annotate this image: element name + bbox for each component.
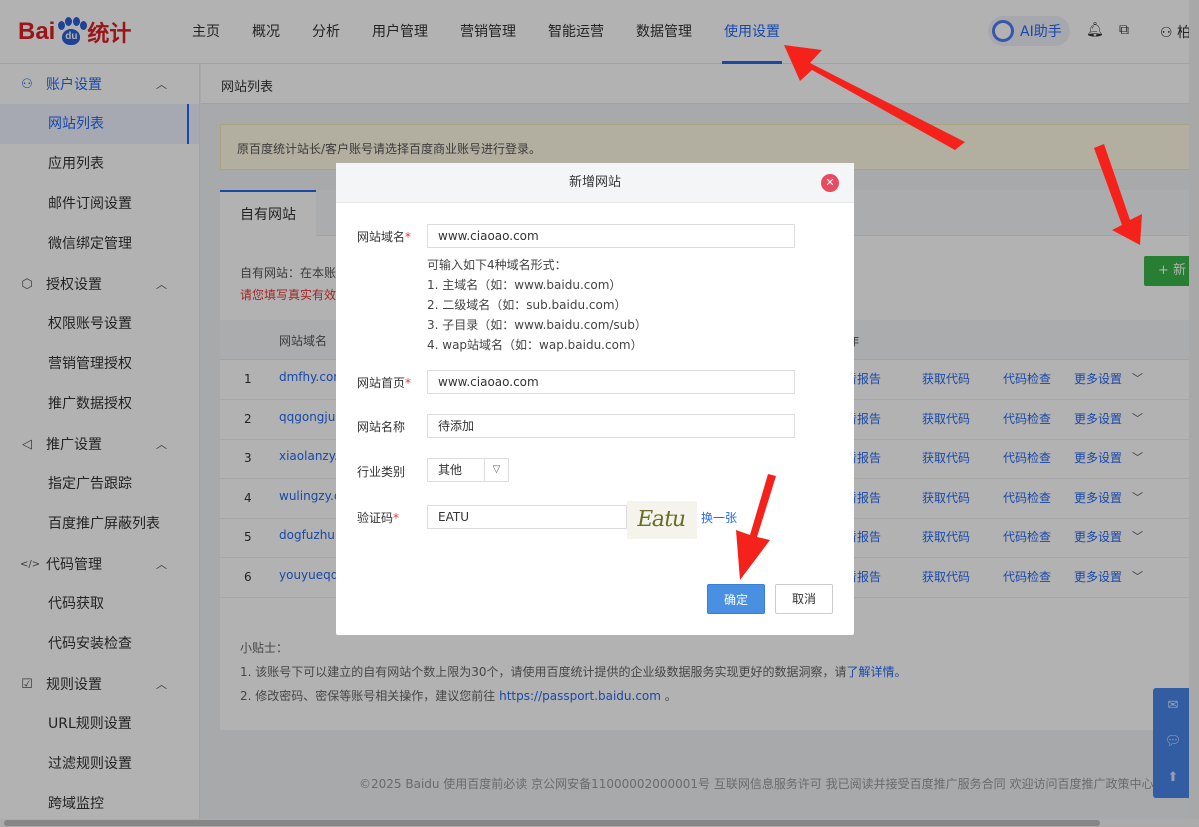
modal-title: 新增网站	[568, 175, 621, 190]
confirm-button[interactable]: 确定	[707, 584, 765, 614]
modal-header: 新增网站 ✕	[336, 163, 854, 203]
homepage-input[interactable]: www.ciaoao.com	[427, 370, 795, 394]
site-name-label: 网站名称	[357, 420, 406, 434]
cancel-button[interactable]: 取消	[775, 584, 833, 614]
industry-label: 行业类别	[357, 465, 406, 479]
captcha-input[interactable]: EATU	[427, 505, 627, 529]
captcha-label: 验证码*	[357, 511, 400, 525]
domain-hint: 可输入如下4种域名形式： 1. 主域名（如：www.baidu.com） 2. …	[427, 258, 647, 352]
add-site-modal: 新增网站 ✕ 网站域名* www.ciaoao.com 可输入如下4种域名形式：…	[336, 163, 854, 635]
homepage-label: 网站首页*	[357, 376, 412, 390]
refresh-captcha-link[interactable]: 换一张	[701, 509, 737, 526]
domain-input[interactable]: www.ciaoao.com	[427, 224, 795, 248]
domain-label: 网站域名*	[357, 230, 412, 244]
site-name-input[interactable]: 待添加	[427, 414, 795, 438]
chevron-down-icon: ▽	[484, 459, 508, 481]
industry-select[interactable]: 其他 ▽	[427, 458, 509, 482]
captcha-image[interactable]: Eatu	[627, 501, 697, 539]
close-icon[interactable]: ✕	[821, 174, 839, 192]
